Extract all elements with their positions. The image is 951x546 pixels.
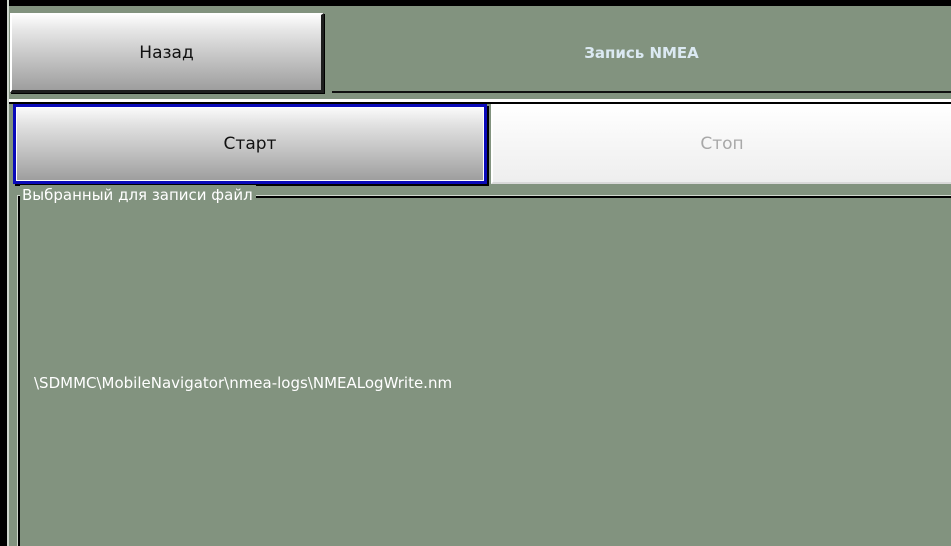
title-underline [332,91,951,93]
nmea-recording-screen: Назад Запись NMEA Старт Стоп Выбранный д… [0,0,951,546]
window-frame-left-highlight [7,0,9,546]
window-frame-top [0,0,951,6]
selected-file-group-label: Выбранный для записи файл [20,185,256,205]
start-button[interactable]: Старт [13,104,487,184]
selected-file-path[interactable]: \SDMMC\MobileNavigator\nmea-logs\NMEALog… [34,372,452,394]
selected-file-group [18,196,951,546]
window-frame-left [0,0,7,546]
stop-button[interactable]: Стоп [491,104,951,184]
page-title: Запись NMEA [584,44,699,62]
back-button[interactable]: Назад [10,13,324,93]
